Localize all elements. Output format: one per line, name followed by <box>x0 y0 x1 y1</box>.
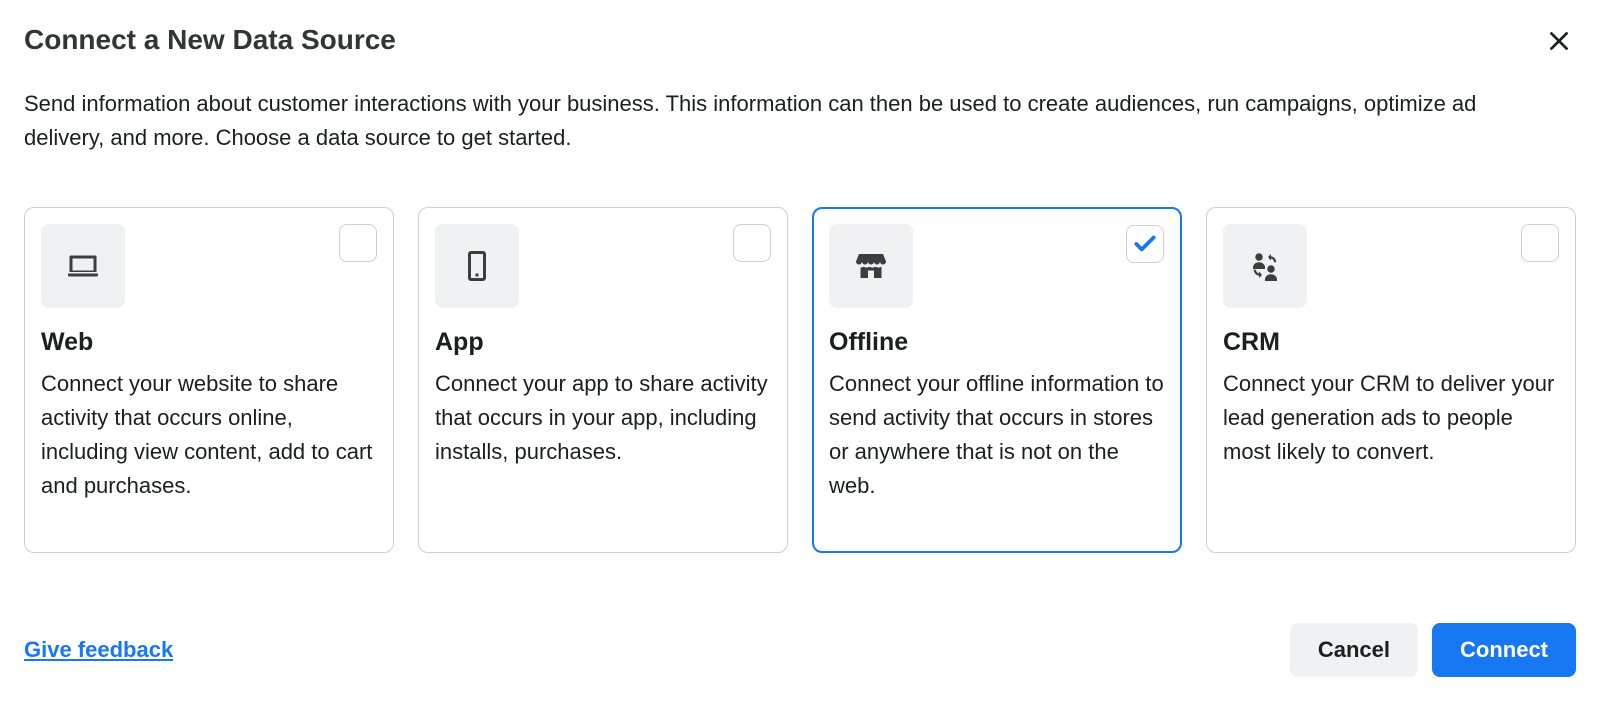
card-title: App <box>435 328 771 357</box>
data-source-options: Web Connect your website to share activi… <box>24 207 1576 553</box>
close-button[interactable] <box>1542 24 1576 61</box>
close-icon <box>1546 28 1572 54</box>
card-description: Connect your CRM to deliver your lead ge… <box>1223 367 1559 469</box>
store-icon <box>853 248 889 284</box>
card-description: Connect your app to share activity that … <box>435 367 771 469</box>
card-icon-container <box>1223 224 1307 308</box>
check-icon <box>1132 231 1158 257</box>
card-description: Connect your offline information to send… <box>829 367 1165 503</box>
card-title: CRM <box>1223 328 1559 357</box>
option-card-offline[interactable]: Offline Connect your offline information… <box>812 207 1182 553</box>
people-sync-icon <box>1247 248 1283 284</box>
dialog-title: Connect a New Data Source <box>24 24 396 56</box>
option-checkbox[interactable] <box>733 224 771 262</box>
cancel-button[interactable]: Cancel <box>1290 623 1418 677</box>
option-checkbox[interactable] <box>1126 225 1164 263</box>
card-title: Offline <box>829 328 1165 357</box>
option-checkbox[interactable] <box>1521 224 1559 262</box>
option-card-crm[interactable]: CRM Connect your CRM to deliver your lea… <box>1206 207 1576 553</box>
option-card-app[interactable]: App Connect your app to share activity t… <box>418 207 788 553</box>
option-checkbox[interactable] <box>339 224 377 262</box>
mobile-icon <box>459 248 495 284</box>
option-card-web[interactable]: Web Connect your website to share activi… <box>24 207 394 553</box>
laptop-icon <box>65 248 101 284</box>
connect-button[interactable]: Connect <box>1432 623 1576 677</box>
give-feedback-link[interactable]: Give feedback <box>24 637 173 663</box>
card-title: Web <box>41 328 377 357</box>
dialog-description: Send information about customer interact… <box>24 87 1504 155</box>
card-icon-container <box>41 224 125 308</box>
card-icon-container <box>829 224 913 308</box>
card-icon-container <box>435 224 519 308</box>
card-description: Connect your website to share activity t… <box>41 367 377 503</box>
